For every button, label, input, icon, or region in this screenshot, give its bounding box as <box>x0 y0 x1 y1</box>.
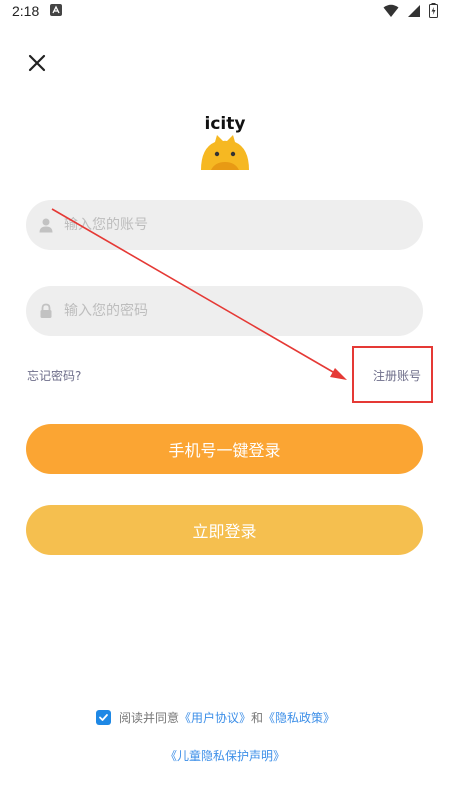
app-name: icity <box>204 114 246 134</box>
password-field[interactable] <box>26 286 423 336</box>
account-field[interactable] <box>26 200 423 250</box>
battery-icon <box>429 3 438 18</box>
mascot-logo-icon <box>201 135 249 170</box>
agreement-prefix: 阅读并同意 <box>119 711 180 725</box>
signal-icon <box>408 4 420 17</box>
account-input[interactable] <box>64 217 384 233</box>
checkmark-icon <box>99 714 108 721</box>
agreement-checkbox[interactable] <box>96 710 111 725</box>
app-logo: icity <box>190 115 260 177</box>
forgot-password-link[interactable]: 忘记密码? <box>27 367 81 384</box>
user-icon <box>39 218 53 233</box>
agreement-and: 和 <box>251 711 264 725</box>
agreement-row: 阅读并同意 《用户协议》 和 《隐私政策》 <box>96 709 335 726</box>
annotation-highlight-box <box>352 346 433 403</box>
lock-icon <box>40 303 52 318</box>
close-button[interactable] <box>22 48 52 78</box>
user-agreement-link[interactable]: 《用户协议》 <box>179 709 251 726</box>
status-time: 2:18 <box>12 3 40 19</box>
notification-icon <box>50 4 62 16</box>
status-bar: 2:18 <box>0 0 450 24</box>
login-button[interactable]: 立即登录 <box>26 505 423 555</box>
password-input[interactable] <box>64 303 384 319</box>
status-icons <box>383 3 438 18</box>
close-icon <box>28 54 46 72</box>
child-privacy-link[interactable]: 《儿童隐私保护声明》 <box>0 747 450 764</box>
phone-login-button[interactable]: 手机号一键登录 <box>26 424 423 474</box>
privacy-policy-link[interactable]: 《隐私政策》 <box>263 709 335 726</box>
wifi-icon <box>383 4 399 17</box>
